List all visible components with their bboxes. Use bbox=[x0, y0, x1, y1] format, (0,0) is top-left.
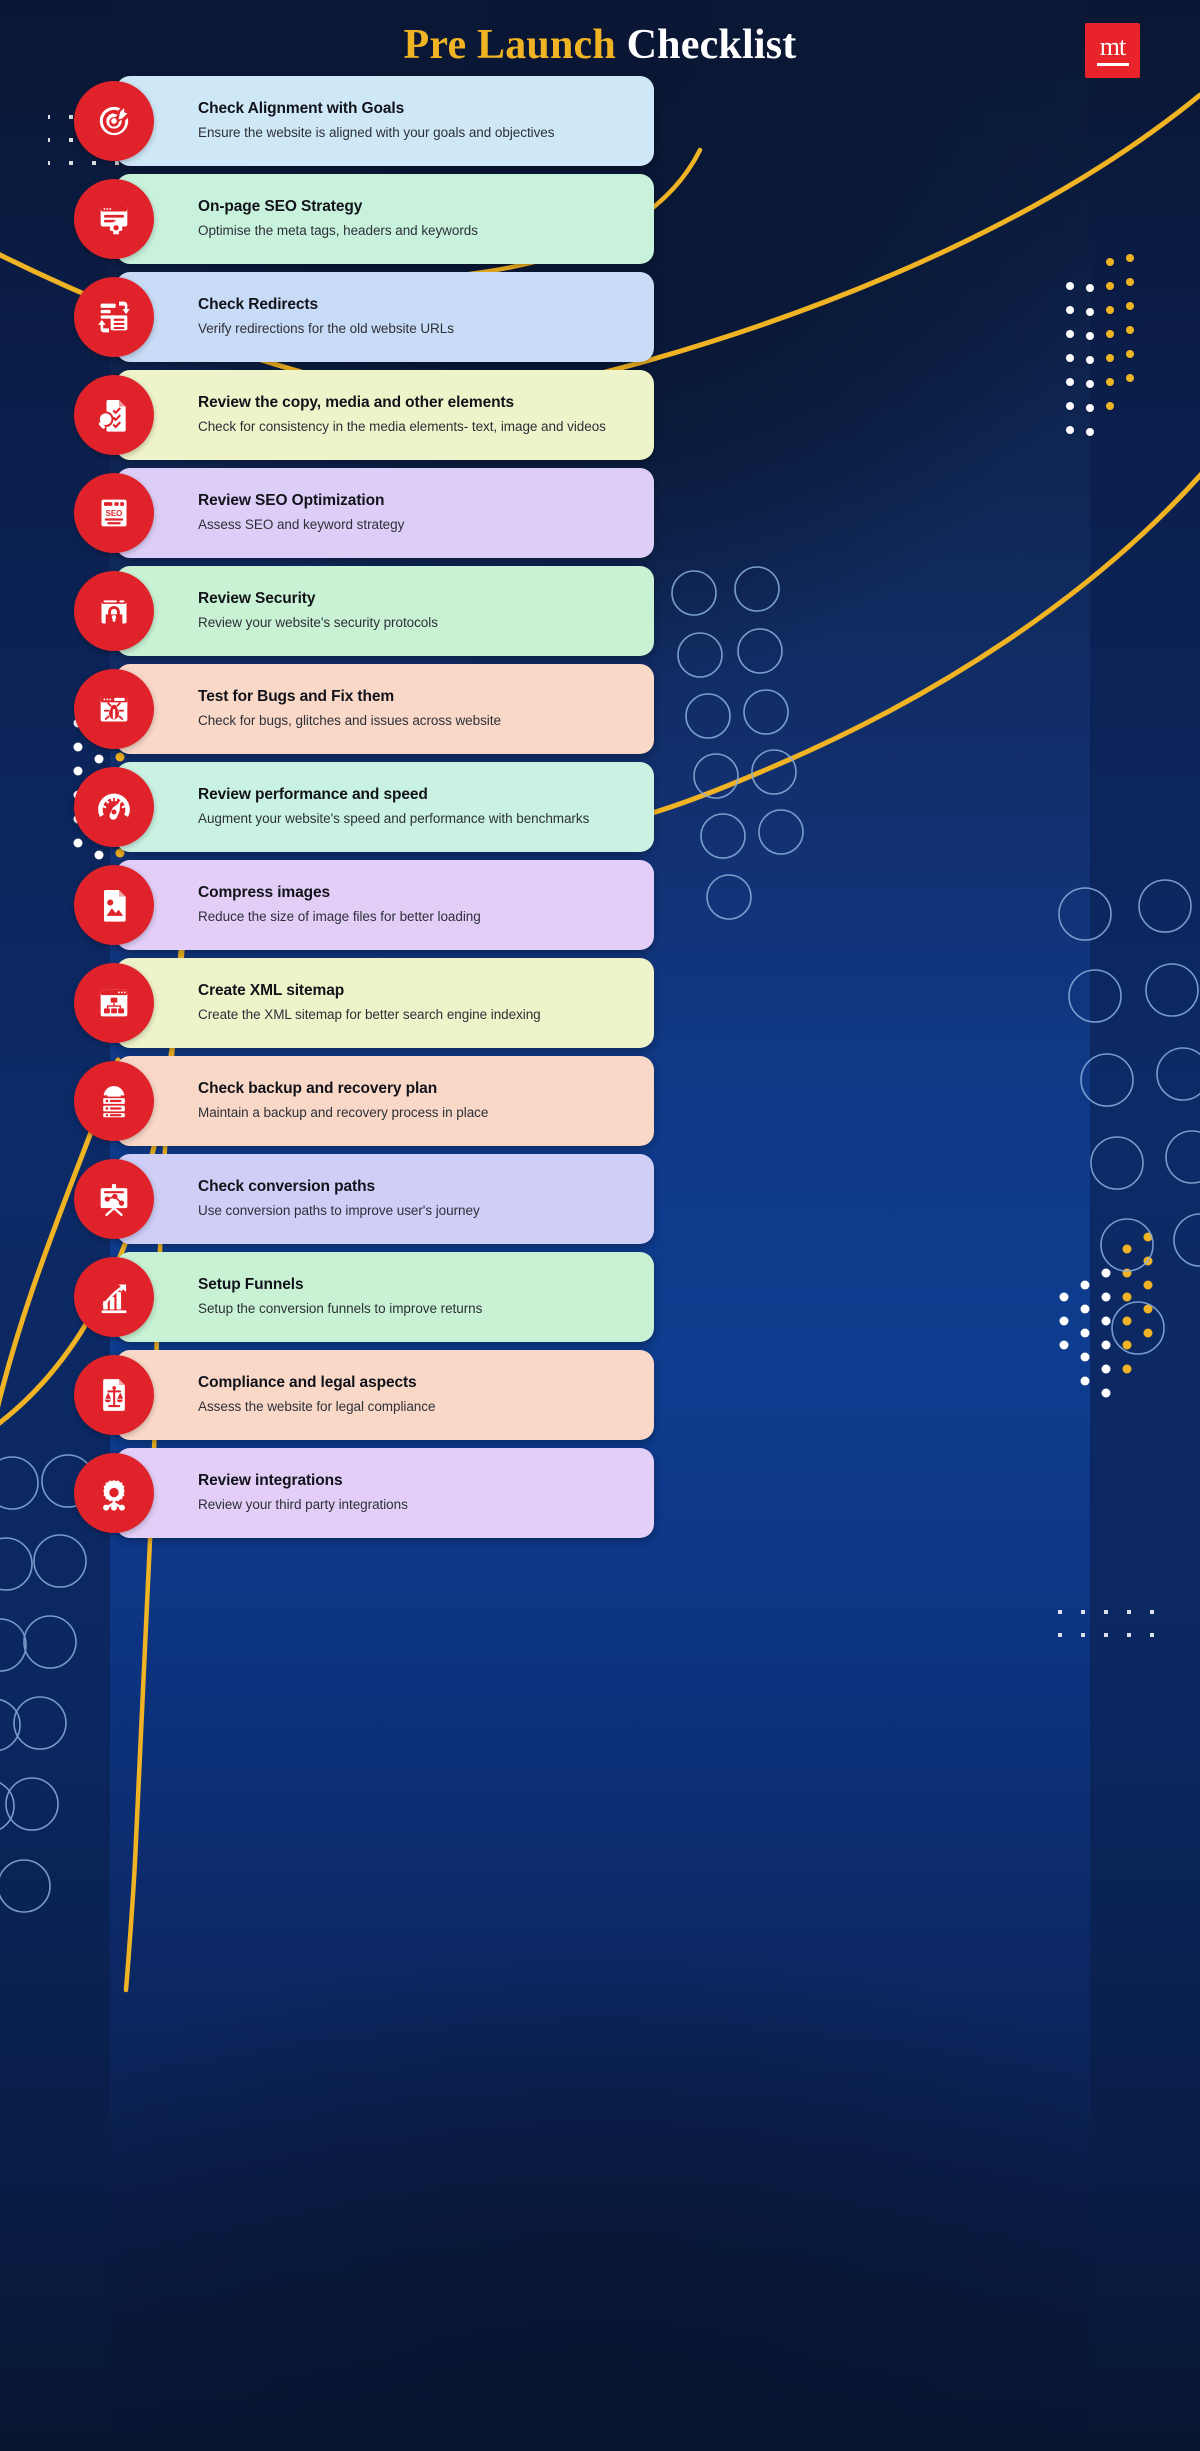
backup-server-icon bbox=[74, 1061, 154, 1141]
checklist-card-text: Check conversion paths Use conversion pat… bbox=[198, 1178, 494, 1219]
checklist-card[interactable]: Review the copy, media and other element… bbox=[74, 370, 654, 460]
legal-scales-icon bbox=[74, 1355, 154, 1435]
checklist-card-title: Check backup and recovery plan bbox=[198, 1080, 438, 1098]
checklist-card-title: Review Security bbox=[198, 590, 316, 608]
checklist-card-description: Reduce the size of image files for bette… bbox=[198, 908, 481, 924]
brand-logo[interactable]: mt bbox=[1085, 23, 1140, 78]
checklist-card-title: Review the copy, media and other element… bbox=[198, 394, 515, 412]
sitemap-icon bbox=[74, 963, 154, 1043]
conversion-board-icon bbox=[74, 1159, 154, 1239]
checklist-card-text: Create XML sitemap Create the XML sitemap… bbox=[198, 982, 555, 1023]
checklist-card-description: Maintain a backup and recovery process i… bbox=[198, 1104, 489, 1120]
checklist-card[interactable]: Review integrations Review your third par… bbox=[74, 1448, 654, 1538]
checklist-card-text: Setup Funnels Setup the conversion funnel… bbox=[198, 1276, 496, 1317]
checklist-card-title: Review integrations bbox=[198, 1472, 343, 1490]
checklist-card[interactable]: Create XML sitemap Create the XML sitemap… bbox=[74, 958, 654, 1048]
checklist-card-description: Setup the conversion funnels to improve … bbox=[198, 1300, 483, 1316]
checklist-card-text: Review SEO Optimization Assess SEO and ke… bbox=[198, 492, 418, 533]
checklist-card-title: Review SEO Optimization bbox=[198, 492, 385, 510]
checklist-card-title: Setup Funnels bbox=[198, 1276, 304, 1294]
checklist-card-text: Compress images Reduce the size of image … bbox=[198, 884, 495, 925]
checklist-card-text: Review Security Review your website's sec… bbox=[198, 590, 452, 631]
checklist-card-text: Check Redirects Verify redirections for t… bbox=[198, 296, 468, 337]
checklist-card-text: Review performance and speed Augment your… bbox=[198, 786, 603, 827]
checklist-card-description: Use conversion paths to improve user's j… bbox=[198, 1202, 480, 1218]
brand-logo-mark: mt bbox=[1099, 31, 1126, 61]
checklist-card-description: Check for bugs, glitches and issues acro… bbox=[198, 712, 501, 728]
checklist-card[interactable]: Compliance and legal aspects Assess the w… bbox=[74, 1350, 654, 1440]
redirect-arrows-icon bbox=[74, 277, 154, 357]
checklist-card-title: Compliance and legal aspects bbox=[198, 1374, 417, 1392]
checklist-card-text: Check backup and recovery plan Maintain a… bbox=[198, 1080, 502, 1121]
checklist-card-title: Check conversion paths bbox=[198, 1178, 375, 1196]
checklist-card[interactable]: SEO Review SEO Optimization Assess SEO and… bbox=[74, 468, 654, 558]
checklist-card[interactable]: Review Security Review your website's sec… bbox=[74, 566, 654, 656]
checklist-card-title: Review performance and speed bbox=[198, 786, 428, 804]
checklist-card-title: Compress images bbox=[198, 884, 331, 902]
checklist-card-description: Review your website's security protocols bbox=[198, 614, 438, 630]
checklist-card-text: On-page SEO Strategy Optimise the meta ta… bbox=[198, 198, 492, 239]
checklist-card-text: Compliance and legal aspects Assess the w… bbox=[198, 1374, 449, 1415]
checklist-card-description: Assess the website for legal compliance bbox=[198, 1398, 436, 1414]
checklist-card-text: Test for Bugs and Fix them Check for bugs… bbox=[198, 688, 515, 729]
checklist-card-title: Test for Bugs and Fix them bbox=[198, 688, 395, 706]
checklist-card-text: Review integrations Review your third par… bbox=[198, 1472, 422, 1513]
checklist-card-description: Assess SEO and keyword strategy bbox=[198, 516, 405, 532]
checklist-card-title: Create XML sitemap bbox=[198, 982, 345, 1000]
speedometer-icon bbox=[74, 767, 154, 847]
page-title-plain: Checklist bbox=[626, 22, 797, 68]
checklist-card-description: Create the XML sitemap for better search… bbox=[198, 1006, 541, 1022]
svg-text:SEO: SEO bbox=[106, 509, 123, 518]
checklist-card[interactable]: Check Redirects Verify redirections for t… bbox=[74, 272, 654, 362]
checklist-card[interactable]: Check backup and recovery plan Maintain a… bbox=[74, 1056, 654, 1146]
checklist-card-title: On-page SEO Strategy bbox=[198, 198, 363, 216]
checklist-card[interactable]: Setup Funnels Setup the conversion funnel… bbox=[74, 1252, 654, 1342]
brand-logo-underline bbox=[1096, 63, 1129, 67]
checklist-card[interactable]: Compress images Reduce the size of image … bbox=[74, 860, 654, 950]
checklist-card-description: Check for consistency in the media eleme… bbox=[198, 418, 606, 434]
document-magnifier-icon bbox=[74, 375, 154, 455]
checklist-card-description: Ensure the website is aligned with your … bbox=[198, 124, 555, 140]
target-icon bbox=[74, 81, 154, 161]
checklist-card-title: Check Redirects bbox=[198, 296, 318, 314]
checklist-card-description: Optimise the meta tags, headers and keyw… bbox=[198, 222, 478, 238]
gear-network-icon bbox=[74, 1453, 154, 1533]
checklist-container: Check Alignment with Goals Ensure the web… bbox=[74, 76, 654, 1538]
checklist-card-title: Check Alignment with Goals bbox=[198, 100, 405, 118]
bug-browser-icon bbox=[74, 669, 154, 749]
checklist-card-text: Review the copy, media and other element… bbox=[198, 394, 620, 435]
checklist-card[interactable]: Test for Bugs and Fix them Check for bugs… bbox=[74, 664, 654, 754]
checklist-card[interactable]: Review performance and speed Augment your… bbox=[74, 762, 654, 852]
checklist-card[interactable]: Check Alignment with Goals Ensure the web… bbox=[74, 76, 654, 166]
checklist-card[interactable]: Check conversion paths Use conversion pat… bbox=[74, 1154, 654, 1244]
checklist-card-description: Verify redirections for the old website … bbox=[198, 320, 454, 336]
checklist-card-description: Augment your website's speed and perform… bbox=[198, 810, 590, 826]
bar-growth-icon bbox=[74, 1257, 154, 1337]
image-file-icon bbox=[74, 865, 154, 945]
page-title-accent: Pre Launch bbox=[403, 22, 616, 68]
checklist-card-description: Review your third party integrations bbox=[198, 1496, 408, 1512]
background-right-panel bbox=[1090, 0, 1200, 2451]
browser-gear-icon bbox=[74, 179, 154, 259]
page-title: Pre Launch Checklist bbox=[404, 21, 797, 69]
checklist-card-text: Check Alignment with Goals Ensure the web… bbox=[198, 100, 568, 141]
lock-browser-icon bbox=[74, 571, 154, 651]
seo-page-icon: SEO bbox=[74, 473, 154, 553]
checklist-card[interactable]: On-page SEO Strategy Optimise the meta ta… bbox=[74, 174, 654, 264]
